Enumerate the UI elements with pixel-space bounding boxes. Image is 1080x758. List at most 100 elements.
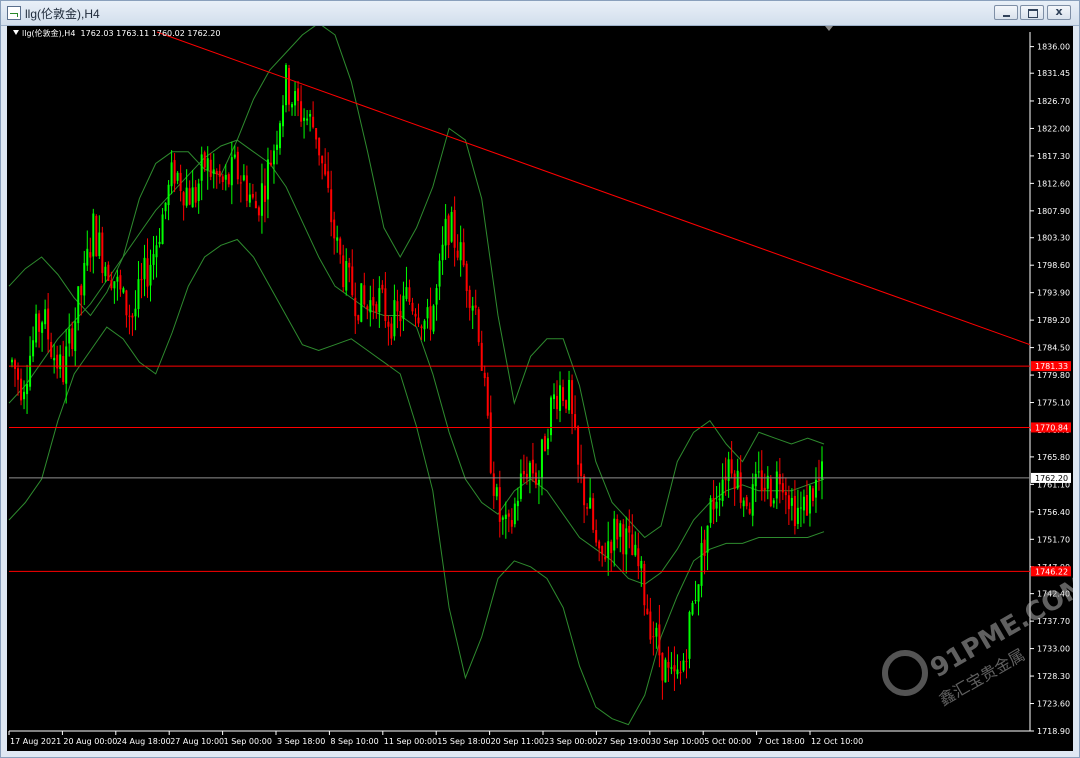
candle-body — [799, 507, 802, 509]
candle-body — [661, 652, 664, 681]
candle-body — [80, 285, 83, 296]
candle-body — [820, 461, 823, 480]
candle-body — [646, 608, 649, 615]
candle-body — [622, 524, 625, 555]
candle-body — [628, 525, 631, 533]
candle-body — [149, 264, 152, 286]
candle-body — [501, 517, 504, 520]
candle-body — [297, 88, 300, 101]
candle-body — [330, 189, 333, 223]
candle-body — [568, 379, 571, 411]
candle-body — [694, 600, 697, 602]
candle-body — [68, 328, 71, 344]
candle-body — [483, 372, 486, 379]
candle-body — [444, 218, 447, 246]
candle-body — [285, 65, 288, 106]
candle-body — [450, 211, 453, 242]
minimize-button[interactable] — [994, 5, 1018, 20]
bid-price-label: 1762.20 — [1035, 474, 1068, 483]
candle-body — [47, 308, 50, 340]
candle-body — [522, 471, 525, 475]
candle-body — [23, 391, 26, 400]
price-tick-label: 1798.60 — [1037, 261, 1070, 270]
candle-body — [583, 475, 586, 506]
price-chart[interactable]: 1836.00 1831.45 1826.70 1822.00 1817.30 1812.… — [7, 26, 1073, 751]
title-bar[interactable]: llg(伦敦金),H4 x — [1, 1, 1079, 26]
candle-body — [700, 542, 703, 586]
candle-body — [414, 313, 417, 317]
price-tick-label: 1817.30 — [1037, 152, 1070, 161]
price-tick-label: 1756.40 — [1037, 508, 1070, 517]
candle-body — [808, 485, 811, 514]
level-price-label: 1781.33 — [1035, 362, 1068, 371]
candle-body — [477, 309, 480, 343]
close-button[interactable]: x — [1047, 5, 1071, 20]
candle-body — [242, 175, 245, 181]
candle-body — [194, 187, 197, 203]
candle-body — [405, 287, 408, 299]
candle-body — [739, 472, 742, 503]
bollinger-middle-band — [8, 139, 825, 585]
candle-body — [161, 214, 164, 245]
candle-body — [793, 495, 796, 527]
candle-body — [546, 438, 549, 450]
candle-body — [260, 183, 263, 216]
price-tick-label: 1728.30 — [1037, 672, 1070, 681]
candle-body — [179, 172, 182, 192]
candle-body — [74, 321, 77, 352]
candle-body — [167, 184, 170, 206]
maximize-button[interactable] — [1020, 5, 1044, 20]
chart-window-icon — [7, 6, 21, 20]
candle-body — [155, 245, 158, 258]
level-price-label: 1746.22 — [1035, 567, 1068, 576]
candle-body — [396, 301, 399, 312]
time-tick-label: 7 Oct 18:00 — [758, 737, 805, 746]
candle-body — [811, 488, 814, 501]
price-tick-label: 1822.00 — [1037, 124, 1070, 133]
level-price-label: 1770.84 — [1035, 423, 1068, 432]
candle-body — [580, 463, 583, 477]
time-tick-label: 27 Sep 19:00 — [597, 737, 650, 746]
candle-body — [203, 152, 206, 168]
candle-body — [41, 322, 44, 333]
candle-body — [673, 665, 676, 672]
candle-body — [562, 387, 565, 401]
candle-body — [345, 261, 348, 291]
candle-body — [351, 266, 354, 296]
candle-body — [182, 192, 185, 206]
candle-body — [549, 397, 552, 436]
candle-body — [131, 315, 134, 318]
candle-body — [459, 242, 462, 261]
candle-body — [805, 495, 808, 516]
chart-shift-marker — [825, 26, 833, 31]
candle-body — [471, 305, 474, 311]
candle-body — [772, 500, 775, 504]
candle-body — [760, 470, 763, 492]
candle-body — [291, 104, 294, 108]
candle-body — [275, 144, 278, 150]
candle-body — [89, 252, 92, 258]
candle-body — [706, 525, 709, 553]
candle-body — [134, 308, 137, 317]
candle-body — [540, 439, 543, 479]
candle-body — [278, 123, 281, 149]
candle-body — [607, 541, 610, 558]
candle-body — [763, 487, 766, 491]
candle-body — [318, 137, 321, 156]
candle-body — [360, 283, 363, 322]
candle-body — [778, 474, 781, 485]
candle-body — [682, 660, 685, 671]
time-tick-label: 3 Sep 18:00 — [277, 737, 325, 746]
candle-body — [257, 207, 260, 216]
candle-body — [369, 300, 372, 313]
candle-body — [251, 193, 254, 198]
candle-body — [592, 498, 595, 530]
chart-area[interactable]: 1836.00 1831.45 1826.70 1822.00 1817.30 1812.… — [7, 26, 1073, 751]
candle-body — [408, 287, 411, 302]
candle-body — [468, 289, 471, 308]
candle-body — [420, 326, 423, 329]
dropdown-triangle-icon[interactable] — [13, 30, 19, 35]
candle-body — [321, 155, 324, 164]
time-tick-label: 20 Sep 11:00 — [491, 737, 544, 746]
candle-body — [83, 262, 86, 296]
